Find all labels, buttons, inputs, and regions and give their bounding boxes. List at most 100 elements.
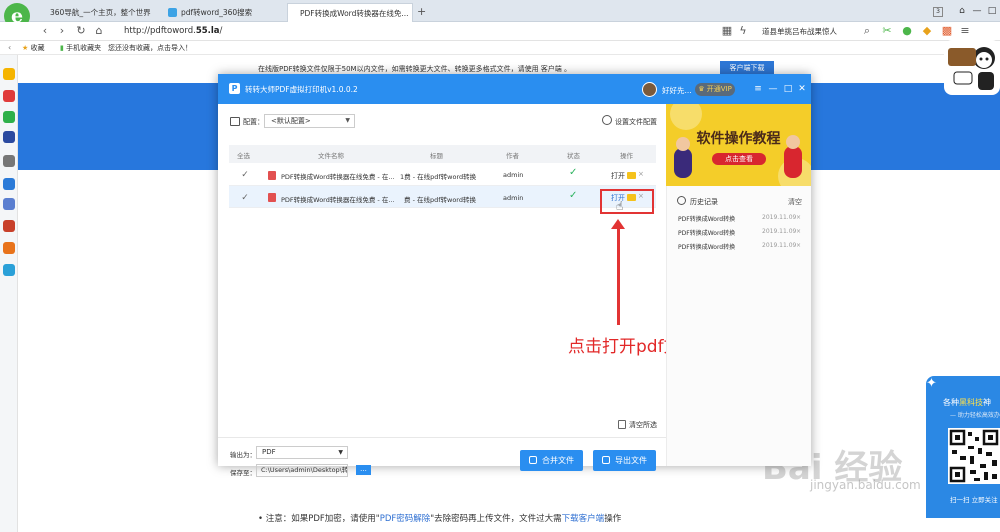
minimize-icon[interactable]: — [767,82,779,96]
remove-row-icon[interactable]: × [638,170,644,178]
select-all-header[interactable]: 全选 [237,150,250,160]
home-icon[interactable]: ⌂ [92,23,106,39]
shield-icon[interactable]: ◆ [920,23,934,39]
folder-icon[interactable] [627,172,636,179]
clear-selected-button[interactable]: 清空所选 [629,420,657,430]
row-checkbox[interactable]: ✓ [240,193,250,203]
client-download-button[interactable]: 客户端下载 [720,61,774,75]
qr-title-highlight: 黑科技 [959,398,983,407]
output-format-select[interactable]: PDF ▼ [256,446,348,459]
mobile-bookmark-button[interactable]: ▮ 手机收藏夹 [60,42,101,54]
output-format-label: 输出为： [230,451,256,459]
save-path-input[interactable]: C:\Users\admin\Desktop\转... [256,464,348,477]
tab-pdf-converter[interactable]: PDF转换成Word转换器在线免... × [287,3,413,22]
menu-icon[interactable]: ≡ [752,82,764,96]
settings-file-config-link[interactable]: 设置文件配置 [615,117,657,127]
password-remove-link[interactable]: PDF密码解除 [380,514,431,524]
weibo-icon[interactable] [3,90,15,102]
history-item[interactable]: PDF转换成Word转换 2019.11.09 × [678,242,806,252]
grid-icon[interactable]: ▦ [720,23,734,39]
minimize-icon[interactable]: — [970,4,984,18]
footer-text: 操作 [604,514,622,524]
mail-icon[interactable] [3,111,15,123]
history-remove-icon[interactable]: × [796,228,801,235]
bookmark-star-button[interactable]: ★ 收藏 [22,42,45,54]
history-item-date: 2019.11.09 [762,242,797,249]
open-file-link[interactable]: 打开 [611,171,625,181]
favorites-icon[interactable] [3,68,15,80]
settings-gear-icon[interactable] [602,115,612,125]
tab-label: PDF转换成Word转换器在线免... [300,8,409,18]
windows-icon[interactable]: ▩ [940,23,954,39]
row-author: admin [503,194,524,202]
phone-icon: ▮ [60,44,64,52]
clock-icon [677,196,686,205]
url-domain: 55.la [195,26,220,36]
tab-360-search[interactable]: pdf转word_360搜索 [160,3,284,22]
search-box[interactable]: 道县单挑吕布战果惊人 [762,24,837,39]
history-remove-icon[interactable]: × [796,214,801,221]
merge-button-label: 合并文件 [542,456,574,465]
p-icon[interactable] [3,264,15,276]
close-icon[interactable]: ✕ [796,82,808,96]
printer-app-icon: P [229,83,240,94]
screen-icon[interactable] [3,178,15,190]
bear-mascot-image [948,47,995,90]
ad-title: 软件操作教程 [696,131,781,147]
browse-folder-button[interactable]: ... [356,465,371,475]
qr-code-image [948,428,1000,484]
back-icon[interactable]: ‹ [38,23,52,39]
row-title: 费 - 在线pdf转word转换 [404,196,476,204]
news-icon[interactable] [3,131,15,143]
history-item[interactable]: PDF转换成Word转换 2019.11.09 × [678,228,806,238]
game3-icon[interactable] [3,242,15,254]
config-select[interactable]: <默认配置> ▼ [264,114,355,128]
bookmark-import-hint[interactable]: 您还没有收藏，点击导入！ [108,42,192,54]
avatar[interactable] [642,82,657,97]
row-checkbox[interactable]: ✓ [240,170,250,180]
download-client-link[interactable]: 下载客户端 [562,514,605,524]
history-item-name: PDF转换成Word转换 [678,244,736,251]
tab-label: 360导航_一个主页，整个世界 [50,8,151,17]
row-author: admin [503,171,524,179]
col-status: 状态 [567,152,580,160]
url-prefix: http://pdftoword. [124,26,196,36]
forward-icon[interactable]: › [55,23,69,39]
history-clear-button[interactable]: 清空 [788,197,802,207]
trash-icon[interactable] [618,420,626,429]
scissors-icon[interactable]: ✂ [880,23,894,39]
sidebar-toggle-icon[interactable]: ‹ [8,43,11,52]
export-icon [602,456,610,464]
qr-title-text: 神 [983,398,991,407]
tab-count-icon[interactable]: 3 [933,7,943,17]
history-remove-icon[interactable]: × [796,242,801,249]
game2-icon[interactable] [3,220,15,232]
maximize-icon[interactable]: □ [782,82,794,96]
history-item[interactable]: PDF转换成Word转换 2019.11.09 × [678,214,806,224]
bear-mascot[interactable] [944,40,1000,95]
ext-icon[interactable]: ● [900,23,914,39]
username[interactable]: 好好先... [662,85,692,96]
sidebar-app-icon[interactable] [3,155,15,167]
maximize-icon[interactable]: □ [985,4,999,18]
open-vip-button[interactable]: ♛ 开通VIP [695,83,735,96]
row-filename: PDF转换成Word转换器在线免费 - 在... [281,196,395,204]
export-files-button[interactable]: 导出文件 [593,450,656,471]
config-folder-icon [230,117,240,126]
chevron-down-icon: ▼ [338,449,343,456]
menu-icon[interactable]: ≡ [958,23,972,39]
col-action: 操作 [620,152,633,160]
left-sidebar [0,55,18,532]
history-item-name: PDF转换成Word转换 [678,230,736,237]
ad-view-button[interactable]: 点击查看 [712,153,766,165]
game-icon[interactable] [3,198,15,210]
shirt-icon[interactable]: ⌂ [955,4,969,18]
new-tab-button[interactable]: + [417,5,426,18]
search-icon[interactable]: ⌕ [860,23,874,39]
refresh-icon[interactable]: ↻ [74,23,88,39]
merge-files-button[interactable]: 合并文件 [520,450,583,471]
lightning-icon[interactable]: ϟ [736,23,750,39]
address-bar[interactable]: http://pdftoword.55.la/ [124,24,704,39]
tab-360-nav[interactable]: 360导航_一个主页，整个世界 [38,3,158,22]
qr-caption: 扫一扫 立即关注 [950,496,998,504]
